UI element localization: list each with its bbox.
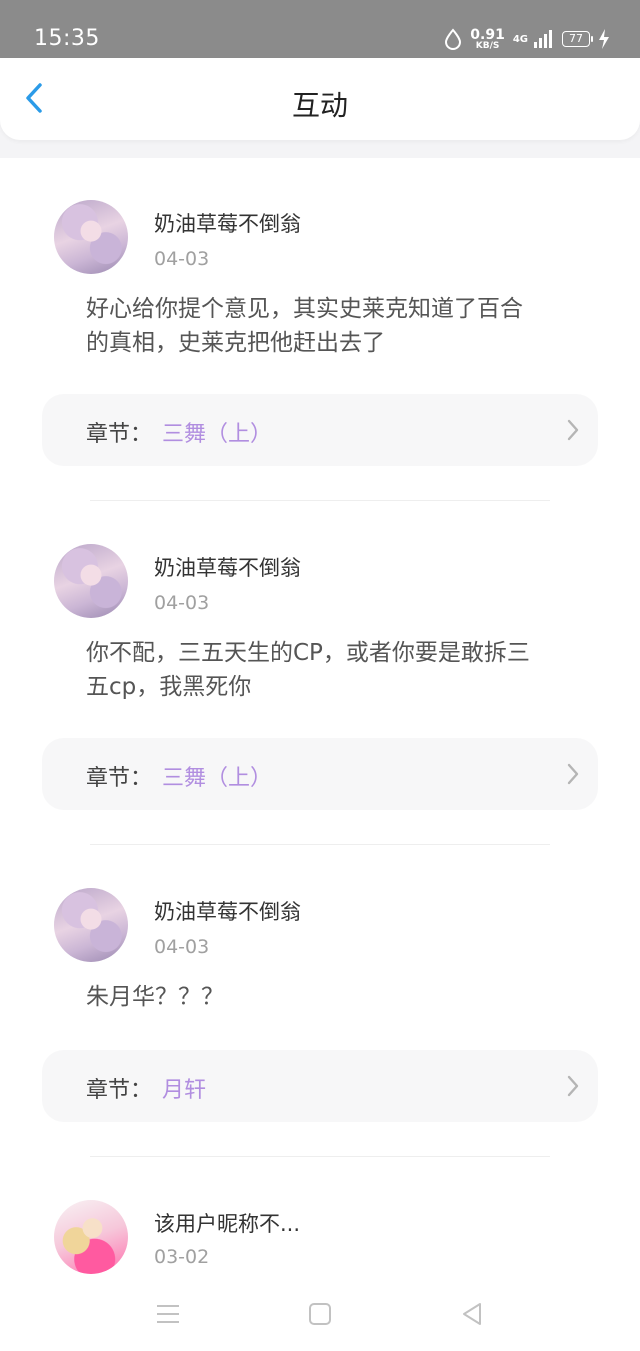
avatar[interactable]	[54, 1200, 128, 1274]
menu-button[interactable]	[150, 1296, 186, 1332]
comment-line: 五cp，我黑死你	[86, 674, 252, 700]
network-speed: 0.91 KB/S	[470, 28, 505, 51]
chevron-right-icon	[567, 419, 579, 441]
chevron-right-icon	[567, 1075, 579, 1097]
chapter-link[interactable]: 章节： 月轩	[42, 1050, 598, 1122]
username[interactable]: 奶油草莓不倒翁	[154, 552, 301, 582]
comment-line: 你不配，三五天生的CP，或者你要是敢拆三	[86, 640, 530, 666]
post-date: 03-02	[154, 1246, 210, 1268]
avatar[interactable]	[54, 200, 128, 274]
comment-line: 好心给你提个意见，其实史莱克知道了百合	[86, 296, 523, 322]
chapter-name: 三舞（上）	[162, 422, 273, 447]
status-indicators: 0.91 KB/S 4G 77	[444, 26, 610, 52]
back-triangle-icon	[463, 1303, 481, 1325]
post-date: 04-03	[154, 592, 210, 614]
chapter-label: 章节：	[86, 1078, 153, 1103]
charging-bolt-icon	[598, 28, 610, 50]
home-square-icon	[309, 1303, 331, 1325]
interaction-list[interactable]: 奶油草莓不倒翁 04-03 好心给你提个意见，其实史莱克知道了百合 的真相，史莱…	[0, 158, 640, 1278]
nav-back-button[interactable]	[454, 1296, 490, 1332]
network-speed-unit: KB/S	[475, 40, 500, 51]
comment-text: 好心给你提个意见，其实史莱克知道了百合 的真相，史莱克把他赶出去了	[86, 292, 586, 360]
post-date: 04-03	[154, 248, 210, 270]
chapter-name: 三舞（上）	[162, 766, 273, 791]
status-bar: 15:35 0.91 KB/S 4G 77	[0, 0, 640, 58]
signal-icon	[532, 28, 554, 50]
username[interactable]: 奶油草莓不倒翁	[154, 208, 301, 238]
chapter-link[interactable]: 章节： 三舞（上）	[42, 738, 598, 810]
divider	[90, 500, 550, 501]
status-time: 15:35	[34, 26, 100, 51]
page-title: 互动	[291, 89, 348, 122]
username[interactable]: 该用户昵称不...	[154, 1208, 300, 1238]
system-nav-bar	[0, 1278, 640, 1351]
avatar[interactable]	[54, 888, 128, 962]
post-date: 04-03	[154, 936, 210, 958]
comment-text: 朱月华？？？	[86, 980, 586, 1014]
battery-icon: 77	[562, 31, 593, 47]
username[interactable]: 奶油草莓不倒翁	[154, 896, 301, 926]
menu-icon	[157, 1305, 179, 1323]
home-button[interactable]	[302, 1296, 338, 1332]
network-type: 4G	[512, 33, 528, 45]
chapter-label: 章节：	[86, 422, 153, 447]
chapter-name: 月轩	[162, 1078, 207, 1103]
comment-text: 你不配，三五天生的CP，或者你要是敢拆三 五cp，我黑死你	[86, 636, 586, 704]
page-header: 互动	[0, 58, 640, 140]
water-drop-icon	[444, 28, 462, 50]
chevron-right-icon	[567, 763, 579, 785]
comment-line: 的真相，史莱克把他赶出去了	[86, 330, 385, 356]
divider	[90, 1156, 550, 1157]
comment-line: 朱月华？？？	[86, 984, 224, 1010]
chapter-link[interactable]: 章节： 三舞（上）	[42, 394, 598, 466]
network-speed-value: 0.91	[470, 26, 505, 43]
avatar[interactable]	[54, 544, 128, 618]
divider	[90, 844, 550, 845]
chapter-label: 章节：	[86, 766, 153, 791]
